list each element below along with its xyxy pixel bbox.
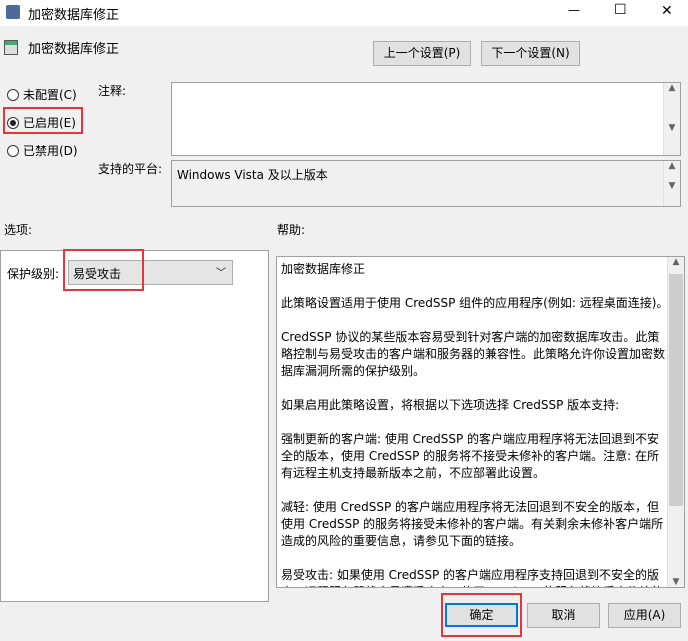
- policy-setting-icon: [4, 40, 18, 55]
- help-line: 如果启用此策略设置，将根据以下选项选择 CredSSP 版本支持:: [281, 398, 620, 412]
- help-line: 全的版本，使用 CredSSP 的服务将不接受未修补的客户端。注意: 在所: [281, 449, 660, 463]
- comment-field[interactable]: ▲ ▼: [171, 82, 681, 156]
- help-line: CredSSP 协议的某些版本容易受到针对客户端的加密数据库攻击。此策: [281, 330, 660, 344]
- policy-title: 加密数据库修正: [28, 42, 120, 57]
- options-pane: 保护级别: 易受攻击 ﹀: [0, 250, 269, 602]
- radio-circle[interactable]: [7, 88, 19, 101]
- help-line: 此策略设置适用于使用 CredSSP 组件的应用程序(例如: 远程桌面连接)。: [281, 296, 669, 310]
- options-label: 选项:: [4, 223, 33, 237]
- help-text: 加密数据库修正此策略设置适用于使用 CredSSP 组件的应用程序(例如: 远程…: [281, 261, 669, 587]
- next-setting-button[interactable]: 下一个设置(N): [481, 41, 580, 66]
- platform-field: ▲ ▼ Windows Vista 及以上版本: [171, 160, 681, 207]
- comment-scrollbar[interactable]: ▲ ▼: [663, 83, 680, 155]
- platform-value: Windows Vista 及以上版本: [177, 168, 328, 182]
- help-line: 减轻: 使用 CredSSP 的客户端应用程序将无法回退到不安全的版本，但: [281, 500, 660, 514]
- chevron-down-icon: ﹀: [216, 268, 226, 279]
- help-line: 略控制与易受攻击的客户端和服务器的兼容性。此策略允许你设置加密数: [281, 347, 666, 361]
- help-line: [281, 278, 666, 295]
- radio-circle[interactable]: [7, 144, 19, 157]
- help-label: 帮助:: [277, 223, 306, 237]
- radio-label: 已禁用(D): [23, 144, 78, 158]
- help-pane: 加密数据库修正此策略设置适用于使用 CredSSP 组件的应用程序(例如: 远程…: [276, 256, 685, 588]
- highlight-ok: [441, 593, 522, 637]
- apply-button[interactable]: 应用(A): [608, 603, 681, 628]
- help-line: 造成的风险的重要信息，请参见下面的链接。: [281, 534, 522, 548]
- scroll-down-icon[interactable]: ▼: [668, 577, 684, 587]
- radio-label: 未配置(C): [23, 88, 77, 102]
- window-title: 加密数据库修正: [28, 8, 120, 23]
- help-scrollbar[interactable]: ▲ ▼: [667, 257, 684, 587]
- help-line: 据库漏洞所需的保护级别。: [281, 364, 426, 378]
- help-line: 强制更新的客户端: 使用 CredSSP 的客户端应用程序将无法回退到不安: [281, 432, 660, 446]
- help-line: [281, 482, 666, 499]
- radio-disabled[interactable]: 已禁用(D): [7, 142, 78, 159]
- help-line: 加密数据库修正: [281, 262, 366, 276]
- help-line: [281, 414, 666, 431]
- highlight-protection-level: [63, 249, 144, 291]
- platform-label: 支持的平台:: [98, 162, 163, 176]
- help-line: [281, 380, 666, 397]
- help-line: 有远程主机支持最新版本之前，不应部署此设置。: [281, 466, 546, 480]
- cancel-button[interactable]: 取消: [527, 603, 600, 628]
- comment-label: 注释:: [98, 84, 127, 98]
- protection-level-label: 保护级别:: [7, 267, 60, 281]
- platform-scrollbar[interactable]: ▲ ▼: [663, 161, 680, 206]
- highlight-enabled: [3, 107, 83, 134]
- radio-not-configured[interactable]: 未配置(C): [7, 86, 77, 103]
- scroll-up-icon[interactable]: ▲: [668, 257, 684, 267]
- help-line: 易受攻击: 如果使用 CredSSP 的客户端应用程序支持回退到不安全的版: [281, 568, 660, 582]
- scroll-thumb[interactable]: [669, 274, 683, 506]
- previous-setting-button[interactable]: 上一个设置(P): [373, 41, 471, 66]
- title-bar: 加密数据库修正 — ☐ ✕: [0, 0, 688, 26]
- policy-app-icon: [6, 5, 20, 19]
- help-line: 本，远程服务器将容易遭受攻击。使用 CredSSP 的服务将接受未修补的: [281, 584, 666, 587]
- help-line: 使用 CredSSP 的服务将接受未修补的客户端。有关剩余未修补客户端所: [281, 517, 664, 531]
- help-line: [281, 550, 666, 567]
- help-line: [281, 312, 666, 329]
- close-button[interactable]: ✕: [661, 3, 673, 19]
- maximize-button[interactable]: ☐: [614, 2, 627, 18]
- minimize-button[interactable]: —: [568, 3, 580, 17]
